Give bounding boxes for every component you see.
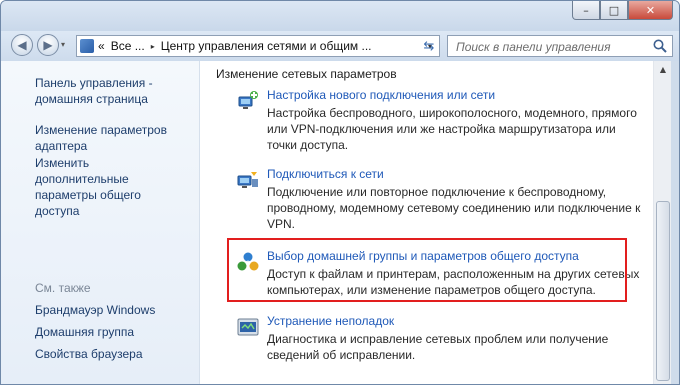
window-frame-edge [671,61,679,384]
task-description-troubleshoot: Диагностика и исправление сетевых пробле… [267,332,609,362]
refresh-button[interactable]: ⇆ [418,35,440,57]
task-title-new-connection[interactable]: Настройка нового подключения или сети [267,88,495,102]
scrollbar-thumb[interactable] [656,201,670,381]
window-body: Панель управления - домашняя страница Из… [1,61,679,384]
search-box[interactable] [447,35,673,57]
task-description-connect-network: Подключение или повторное подключение к … [267,185,641,231]
see-also-heading: См. также [35,281,91,295]
address-bar[interactable]: « Все ... ▸ Центр управления сетями и об… [76,35,440,57]
main-content: Изменение сетевых параметров Настройка н… [199,61,653,384]
search-input[interactable] [454,37,648,57]
forward-button[interactable]: ▶ [37,34,59,56]
task-title-homegroup[interactable]: Выбор домашней группы и параметров общег… [267,249,579,263]
sidebar-link-homegroup[interactable]: Домашняя группа [35,324,134,340]
window-controls: – □ ✕ [572,1,673,20]
sidebar-link-home[interactable]: Панель управления - домашняя страница [35,75,165,107]
task-description-new-connection: Настройка беспроводного, широкополосного… [267,106,637,152]
task-title-troubleshoot[interactable]: Устранение неполадок [267,314,394,328]
homegroup-icon [237,252,259,271]
maximize-button[interactable]: □ [600,1,628,20]
sidebar: Панель управления - домашняя страница Из… [1,61,200,384]
back-button[interactable]: ◀ [11,34,33,56]
scroll-up-arrow-icon[interactable]: ▲ [654,61,672,78]
sidebar-link-sharing-settings[interactable]: Изменить дополнительные параметры общего… [35,155,185,219]
close-button[interactable]: ✕ [628,1,673,20]
breadcrumb-network-center[interactable]: Центр управления сетями и общим ... [161,39,372,53]
sidebar-link-firewall[interactable]: Брандмауэр Windows [35,302,155,318]
navigation-bar: ◀ ▶ ▾ « Все ... ▸ Центр управления сетям… [1,31,679,61]
recent-pages-dropdown[interactable]: ▾ [61,40,65,49]
task-title-connect-network[interactable]: Подключиться к сети [267,167,384,181]
sidebar-link-adapter-settings[interactable]: Изменение параметров адаптера [35,122,175,154]
breadcrumb-overflow[interactable]: « [98,39,105,53]
network-setup-icon [238,91,258,109]
control-panel-icon [80,39,94,53]
network-connect-icon [237,172,258,188]
sidebar-link-internet-options[interactable]: Свойства браузера [35,346,143,362]
explorer-window: – □ ✕ ◀ ▶ ▾ « Все ... ▸ Центр управления… [0,0,680,385]
search-icon[interactable] [652,38,668,54]
troubleshoot-icon [237,318,259,336]
breadcrumb-all-items[interactable]: Все ... [111,39,145,53]
title-bar: – □ ✕ [1,1,679,31]
breadcrumb-separator-icon[interactable]: ▸ [151,42,155,51]
task-description-homegroup: Доступ к файлам и принтерам, расположенн… [267,267,640,297]
vertical-scrollbar[interactable]: ▲ [653,61,672,384]
minimize-button[interactable]: – [572,1,600,20]
section-title: Изменение сетевых параметров [216,67,397,81]
